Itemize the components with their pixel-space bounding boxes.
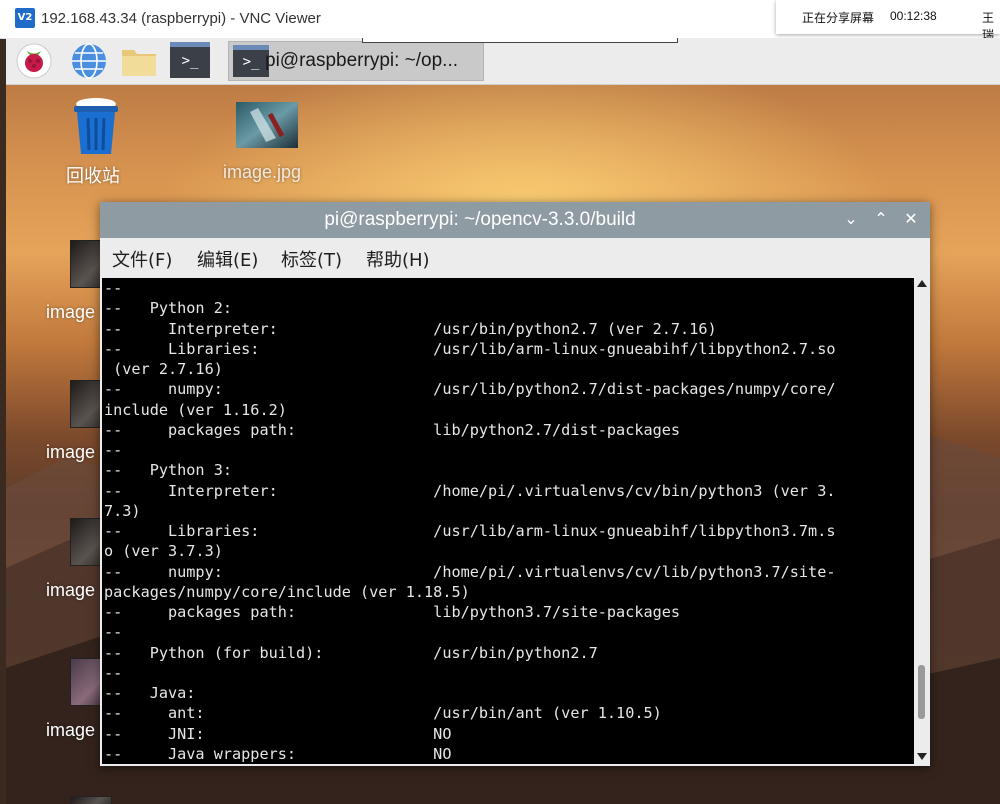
- terminal-line: 7.3): [104, 501, 141, 520]
- terminal-lines: -- -- Python 2: -- Interpreter: /usr/bin/p…: [104, 278, 836, 764]
- menu-tabs[interactable]: 标签(T): [281, 246, 342, 272]
- web-browser-icon[interactable]: [70, 42, 108, 80]
- vnc-logo-icon: V2: [15, 8, 35, 28]
- terminal-scrollbar[interactable]: [914, 278, 930, 764]
- image-file-icon[interactable]: [236, 102, 298, 148]
- terminal-menu-bar: 文件(F) 编辑(E) 标签(T) 帮助(H): [100, 238, 930, 276]
- terminal-line: -- Python 2:: [104, 299, 233, 318]
- terminal-line: --: [104, 623, 123, 642]
- image-label-1: image: [46, 302, 96, 322]
- terminal-line: -- packages path: lib/python2.7/dist-pac…: [104, 420, 681, 439]
- terminal-line: -- Java:: [104, 684, 196, 702]
- terminal-line: --: [104, 663, 123, 682]
- terminal-title-bar[interactable]: pi@raspberrypi: ~/opencv-3.3.0/build ⌄ ⌃…: [100, 202, 930, 238]
- terminal-line: -- Python 3:: [104, 461, 233, 480]
- scroll-down-arrow[interactable]: [917, 753, 927, 760]
- terminal-line: include (ver 1.16.2): [104, 400, 287, 419]
- terminal-output[interactable]: -- -- Python 2: -- Interpreter: /usr/bin/p…: [102, 278, 914, 764]
- image-label-4: image: [46, 720, 96, 740]
- minimize-button[interactable]: ⌄: [840, 208, 862, 230]
- taskbar: >_ >_: [6, 38, 1000, 85]
- scroll-thumb[interactable]: [918, 665, 925, 720]
- terminal-line: o (ver 3.7.3): [104, 542, 223, 561]
- menu-edit[interactable]: 编辑(E): [197, 246, 258, 272]
- screen-share-label[interactable]: 正在分享屏幕: [802, 9, 874, 26]
- terminal-line: --: [104, 279, 123, 297]
- terminal-line: -- Libraries: /usr/lib/arm-linux-gnueabi…: [104, 522, 836, 540]
- terminal-title: pi@raspberrypi: ~/opencv-3.3.0/build: [324, 209, 636, 230]
- screen-share-timer: 00:12:38: [890, 9, 937, 23]
- scroll-up-arrow[interactable]: [917, 280, 927, 287]
- image-label-2: image: [46, 442, 96, 462]
- trash-label: 回收站: [66, 166, 120, 186]
- terminal-line: -- Libraries: /usr/lib/arm-linux-gnueabi…: [104, 339, 836, 358]
- image-thumbnail-5[interactable]: [70, 796, 112, 804]
- terminal-launcher-icon[interactable]: >_: [170, 42, 210, 78]
- menu-file[interactable]: 文件(F): [112, 246, 172, 272]
- terminal-line: packages/numpy/core/include (ver 1.18.5): [104, 582, 470, 601]
- terminal-line: -- Python (for build): /usr/bin/python2.…: [104, 643, 598, 662]
- taskbar-task-label[interactable]: pi@raspberrypi: ~/op...: [265, 50, 458, 72]
- image-label-3: image: [46, 580, 96, 600]
- terminal-line: --: [104, 441, 123, 459]
- terminal-line: -- Interpreter: /usr/bin/python2.7 (ver …: [104, 319, 717, 338]
- file-manager-icon[interactable]: [120, 42, 158, 80]
- menu-help[interactable]: 帮助(H): [366, 246, 430, 272]
- close-button[interactable]: ✕: [900, 208, 922, 230]
- terminal-line: -- ant: /usr/bin/ant (ver 1.10.5): [104, 704, 662, 723]
- terminal-line: -- numpy: /usr/lib/python2.7/dist-packag…: [104, 380, 836, 399]
- maximize-button[interactable]: ⌃: [870, 208, 892, 230]
- terminal-line: -- JNI: NO: [104, 724, 452, 743]
- terminal-line: -- packages path: lib/python3.7/site-pac…: [104, 603, 681, 621]
- terminal-window: pi@raspberrypi: ~/opencv-3.3.0/build ⌄ ⌃…: [100, 202, 930, 766]
- terminal-line: -- numpy: /home/pi/.virtualenvs/cv/lib/p…: [104, 562, 836, 581]
- vnc-window-title: 192.168.43.34 (raspberrypi) - VNC Viewer: [41, 10, 321, 27]
- terminal-line: -- Java wrappers: NO: [104, 744, 452, 763]
- terminal-line: -- Interpreter: /home/pi/.virtualenvs/cv…: [104, 481, 836, 500]
- raspberry-menu-icon[interactable]: [15, 42, 53, 80]
- trash-icon[interactable]: [68, 96, 124, 156]
- terminal-icon: >_: [233, 45, 269, 77]
- vnc-toolbar-handle[interactable]: [362, 38, 678, 43]
- terminal-line: (ver 2.7.16): [104, 360, 223, 378]
- image-file-label: image.jpg: [223, 162, 302, 182]
